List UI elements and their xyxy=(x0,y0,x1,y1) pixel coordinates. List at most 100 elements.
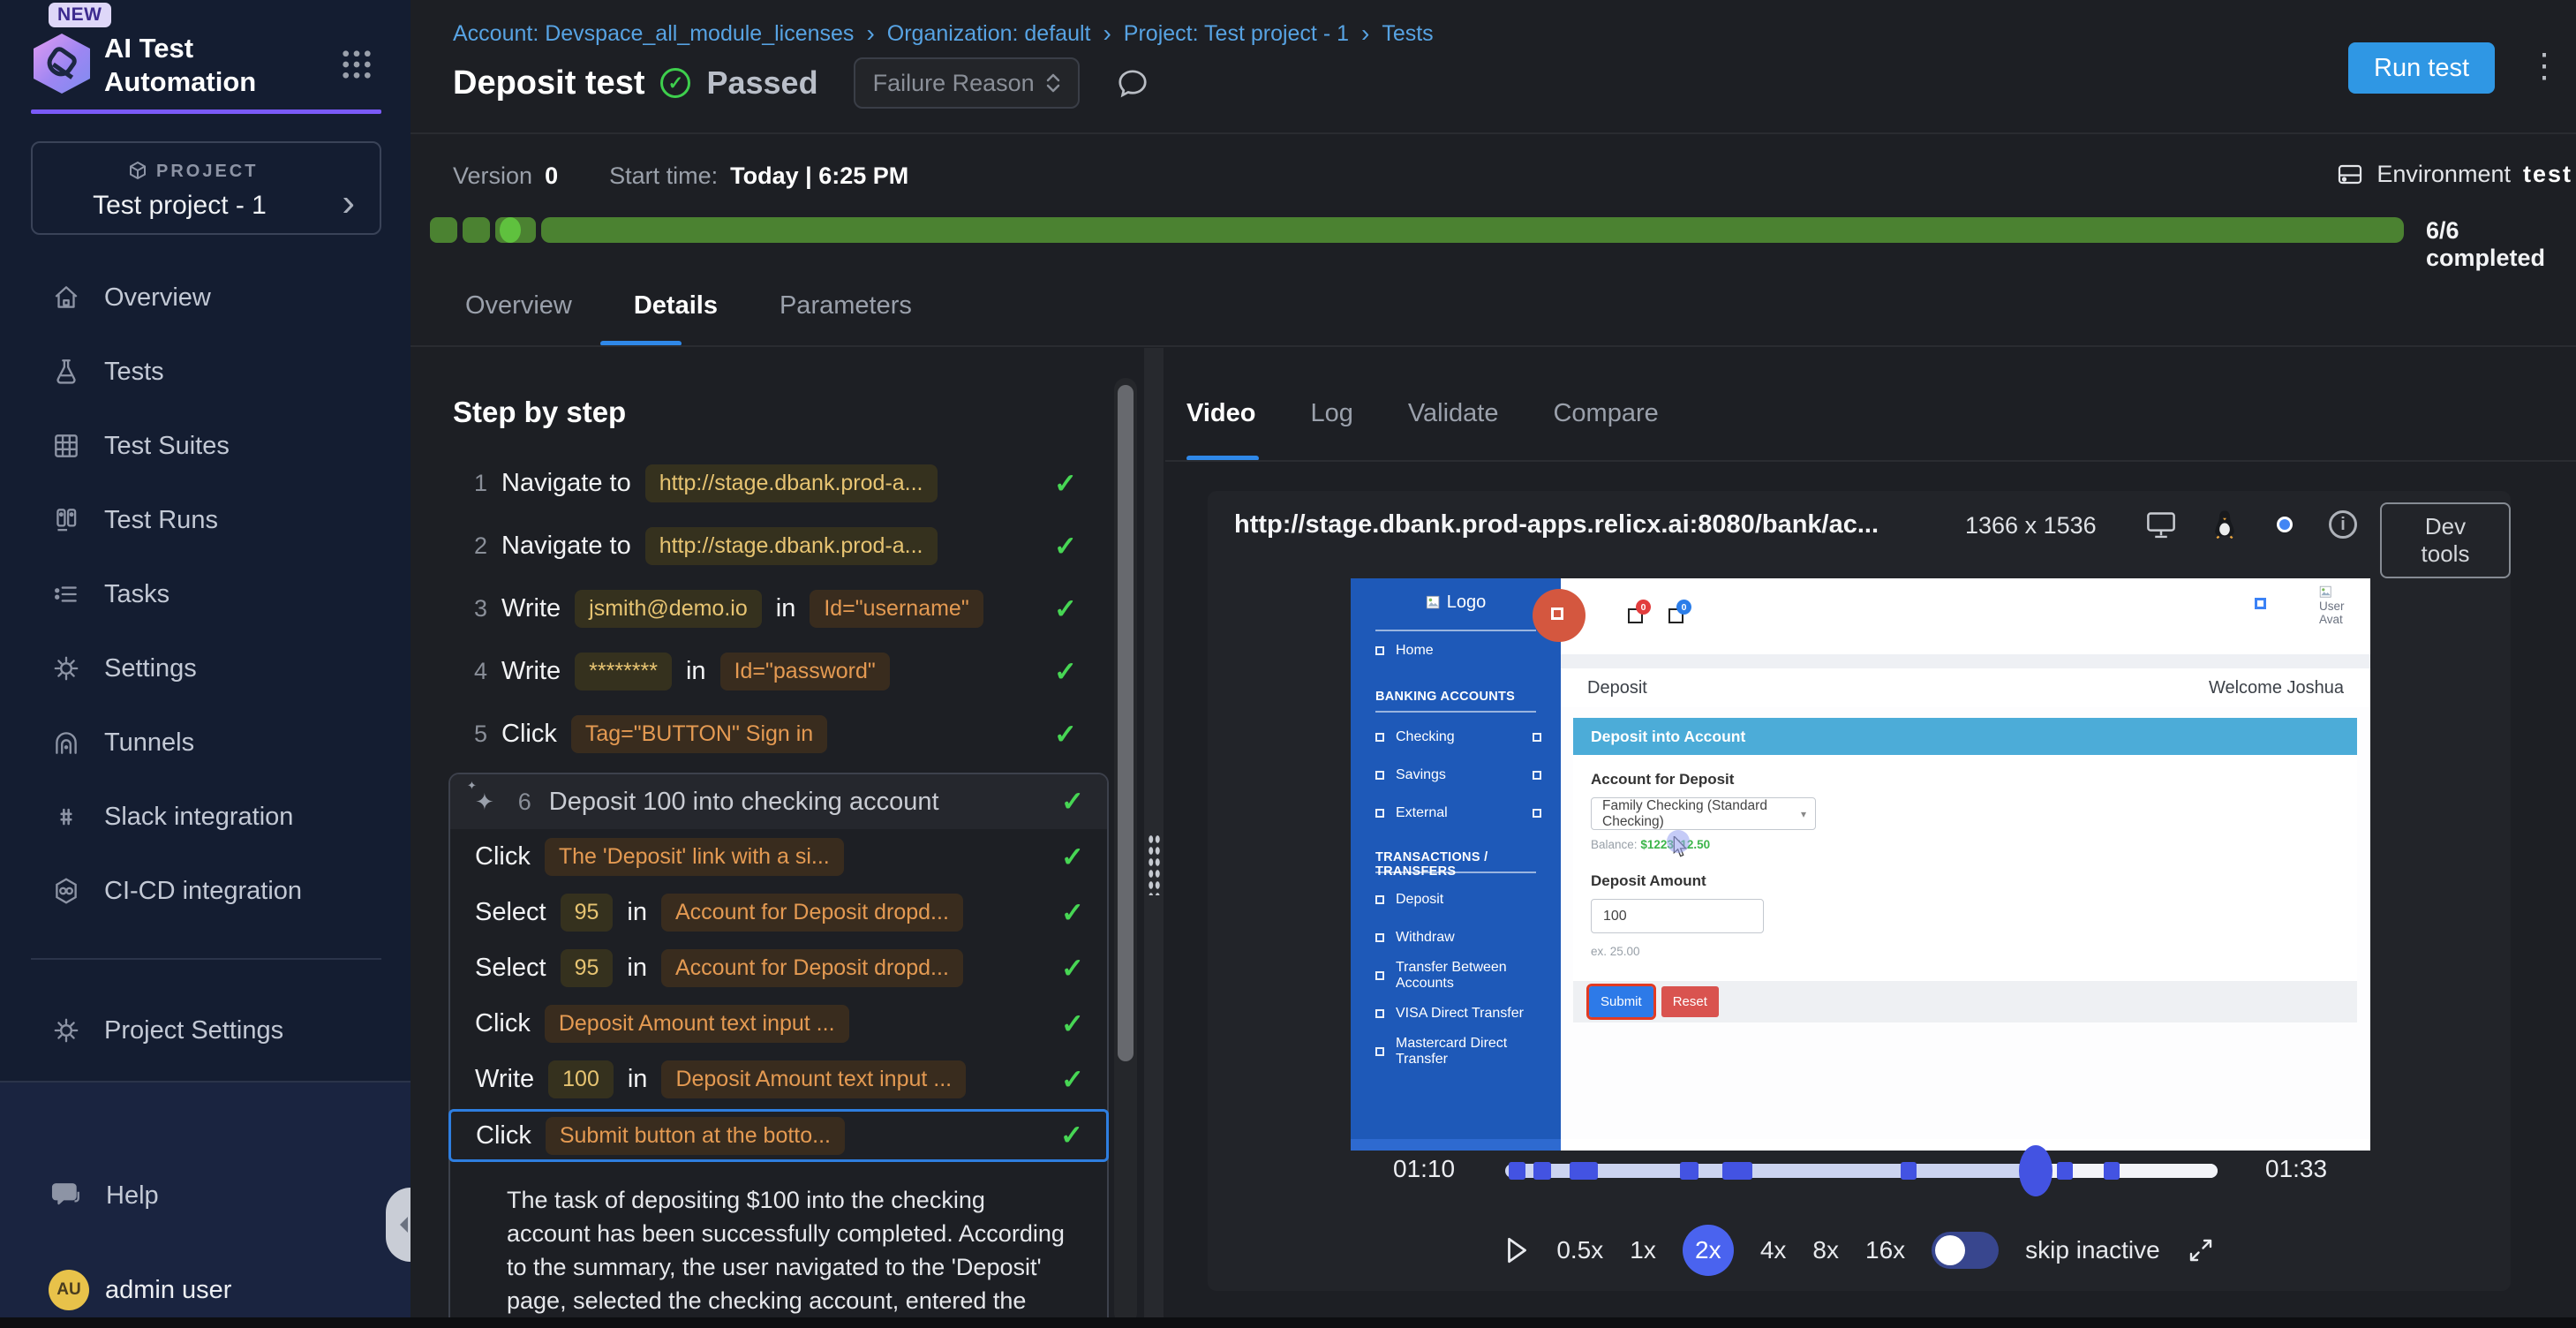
timeline-marker[interactable] xyxy=(2057,1162,2073,1180)
step-locator-chip[interactable]: Deposit Amount text input ... xyxy=(545,1005,849,1043)
timeline-thumb[interactable] xyxy=(2019,1145,2053,1196)
bank-reset-button[interactable]: Reset xyxy=(1661,986,1719,1017)
substep-row[interactable]: Select 95 in Account for Deposit dropd..… xyxy=(450,885,1107,940)
breadcrumb-project[interactable]: Project: Test project - 1 xyxy=(1124,21,1349,47)
sidebar-item-test-runs[interactable]: Test Runs xyxy=(0,483,411,557)
devtools-button[interactable]: Dev tools xyxy=(2380,502,2511,578)
tab-log[interactable]: Log xyxy=(1310,399,1352,428)
sidebar-collapse-handle[interactable] xyxy=(386,1188,411,1262)
bank-nav-external[interactable]: External xyxy=(1375,803,1548,824)
video-frame-screenshot[interactable]: Logo Home BANKING ACCOUNTS Checking Savi… xyxy=(1351,578,2370,1151)
timeline-marker[interactable] xyxy=(2104,1162,2120,1180)
step-locator-chip[interactable]: Id="password" xyxy=(720,653,890,690)
run-test-button[interactable]: Run test xyxy=(2348,42,2495,94)
step-value-chip[interactable]: jsmith@demo.io xyxy=(575,590,762,628)
timeline-marker[interactable] xyxy=(1901,1162,1917,1180)
step-value-chip[interactable]: http://stage.dbank.prod-a... xyxy=(645,464,938,502)
kebab-menu-icon[interactable]: ⋮ xyxy=(2527,46,2561,86)
tab-validate[interactable]: Validate xyxy=(1408,399,1499,428)
splitter-drag-handle-icon[interactable] xyxy=(1148,834,1161,895)
sidebar-item-test-suites[interactable]: Test Suites xyxy=(0,409,411,483)
breadcrumb-tests[interactable]: Tests xyxy=(1382,21,1433,47)
step-value-chip[interactable]: ******** xyxy=(575,653,672,690)
bank-nav-deposit[interactable]: Deposit xyxy=(1375,889,1548,910)
bank-nav-transfer[interactable]: Transfer Between Accounts xyxy=(1375,965,1548,986)
substep-row[interactable]: Click The 'Deposit' link with a si... ✓ xyxy=(450,829,1107,885)
sidebar-item-tasks[interactable]: Tasks xyxy=(0,557,411,631)
tab-overview[interactable]: Overview xyxy=(465,291,572,321)
failure-reason-select[interactable]: Failure Reason xyxy=(854,57,1080,109)
step-locator-chip[interactable]: Tag="BUTTON" Sign in xyxy=(571,715,827,753)
tab-video[interactable]: Video xyxy=(1186,399,1255,428)
progress-segment[interactable] xyxy=(463,217,490,243)
speed-1x[interactable]: 1x xyxy=(1630,1236,1656,1264)
step-locator-chip[interactable]: Submit button at the botto... xyxy=(546,1117,845,1155)
user-menu[interactable]: AU admin user xyxy=(49,1270,231,1310)
progress-segment[interactable] xyxy=(541,217,2404,243)
sidebar-item-help[interactable]: ? Help xyxy=(0,1158,411,1233)
timeline-marker[interactable] xyxy=(1533,1162,1550,1180)
project-selector[interactable]: PROJECT Test project - 1 › xyxy=(31,141,381,235)
bank-submit-button[interactable]: Submit xyxy=(1589,986,1653,1017)
step-value-chip[interactable]: 95 xyxy=(561,949,614,987)
sidebar-accent-divider xyxy=(31,109,381,114)
sidebar-item-project-settings[interactable]: Project Settings xyxy=(0,993,411,1068)
steps-scrollbar-thumb[interactable] xyxy=(1118,385,1134,1061)
step-row[interactable]: 2 Navigate to http://stage.dbank.prod-a.… xyxy=(468,515,1086,577)
substep-row[interactable]: Select 95 in Account for Deposit dropd..… xyxy=(450,940,1107,996)
step-locator-chip[interactable]: The 'Deposit' link with a si... xyxy=(545,838,844,876)
breadcrumb-account[interactable]: Account: Devspace_all_module_licenses xyxy=(453,21,854,47)
breadcrumb-organization[interactable]: Organization: default xyxy=(887,21,1091,47)
video-controls: 0.5x 1x 2x 4x 8x 16x skip inactive xyxy=(1208,1222,2511,1279)
bank-nav-checking[interactable]: Checking xyxy=(1375,727,1548,748)
timeline-marker[interactable] xyxy=(1722,1162,1752,1180)
substep-row[interactable]: Click Deposit Amount text input ... ✓ xyxy=(450,996,1107,1052)
sidebar-item-slack-integration[interactable]: Slack integration xyxy=(0,780,411,854)
speed-16x[interactable]: 16x xyxy=(1865,1236,1905,1264)
speed-0.5x[interactable]: 0.5x xyxy=(1556,1236,1603,1264)
sidebar-item-overview[interactable]: Overview xyxy=(0,260,411,335)
bank-nav-visa-transfer[interactable]: VISA Direct Transfer xyxy=(1375,1003,1548,1024)
timeline-marker[interactable] xyxy=(1680,1162,1699,1180)
step-value-chip[interactable]: http://stage.dbank.prod-a... xyxy=(645,527,938,565)
account-for-deposit-select[interactable]: Family Checking (Standard Checking) ▾ xyxy=(1591,797,1816,830)
step-group-header[interactable]: ✦✦ 6 Deposit 100 into checking account ✓ xyxy=(450,774,1107,829)
fullscreen-icon[interactable] xyxy=(2187,1236,2215,1264)
app-switcher-icon[interactable] xyxy=(340,48,373,81)
info-icon[interactable]: i xyxy=(2329,510,2357,539)
comment-icon[interactable] xyxy=(1115,66,1150,100)
substep-row-selected[interactable]: Click Submit button at the botto... ✓ xyxy=(448,1109,1109,1162)
step-row[interactable]: 3 Write jsmith@demo.io in Id="username" … xyxy=(468,577,1086,640)
skip-inactive-toggle[interactable] xyxy=(1932,1232,1999,1269)
bank-nav-mastercard-transfer[interactable]: Mastercard Direct Transfer xyxy=(1375,1041,1548,1062)
speed-2x-active[interactable]: 2x xyxy=(1683,1225,1734,1276)
step-row[interactable]: 5 Click Tag="BUTTON" Sign in ✓ xyxy=(468,703,1086,766)
bank-nav-savings[interactable]: Savings xyxy=(1375,765,1548,786)
deposit-amount-input[interactable]: 100 xyxy=(1591,899,1764,933)
timeline-track[interactable] xyxy=(1505,1164,2218,1178)
sidebar-item-settings[interactable]: Settings xyxy=(0,631,411,706)
tab-parameters[interactable]: Parameters xyxy=(780,291,912,321)
tab-compare[interactable]: Compare xyxy=(1553,399,1658,428)
step-value-chip[interactable]: 100 xyxy=(548,1060,614,1098)
sidebar-item-tests[interactable]: Tests xyxy=(0,335,411,409)
step-locator-chip[interactable]: Account for Deposit dropd... xyxy=(661,949,963,987)
step-value-chip[interactable]: 95 xyxy=(561,894,614,932)
step-row[interactable]: 1 Navigate to http://stage.dbank.prod-a.… xyxy=(468,452,1086,515)
substep-row[interactable]: Write 100 in Deposit Amount text input .… xyxy=(450,1052,1107,1107)
step-locator-chip[interactable]: Deposit Amount text input ... xyxy=(661,1060,966,1098)
speed-8x[interactable]: 8x xyxy=(1812,1236,1839,1264)
step-locator-chip[interactable]: Account for Deposit dropd... xyxy=(661,894,963,932)
timeline-marker[interactable] xyxy=(1509,1162,1525,1180)
sidebar-item-cicd-integration[interactable]: CI-CD integration xyxy=(0,854,411,928)
sidebar-item-tunnels[interactable]: Tunnels xyxy=(0,706,411,780)
bank-nav-home[interactable]: Home xyxy=(1375,640,1548,661)
speed-4x[interactable]: 4x xyxy=(1760,1236,1787,1264)
bank-nav-withdraw[interactable]: Withdraw xyxy=(1375,927,1548,948)
timeline-marker[interactable] xyxy=(1570,1162,1598,1180)
play-icon[interactable] xyxy=(1503,1235,1530,1265)
tab-details[interactable]: Details xyxy=(634,291,718,321)
progress-segment[interactable] xyxy=(430,217,457,243)
step-row[interactable]: 4 Write ******** in Id="password" ✓ xyxy=(468,640,1086,703)
step-locator-chip[interactable]: Id="username" xyxy=(810,590,983,628)
